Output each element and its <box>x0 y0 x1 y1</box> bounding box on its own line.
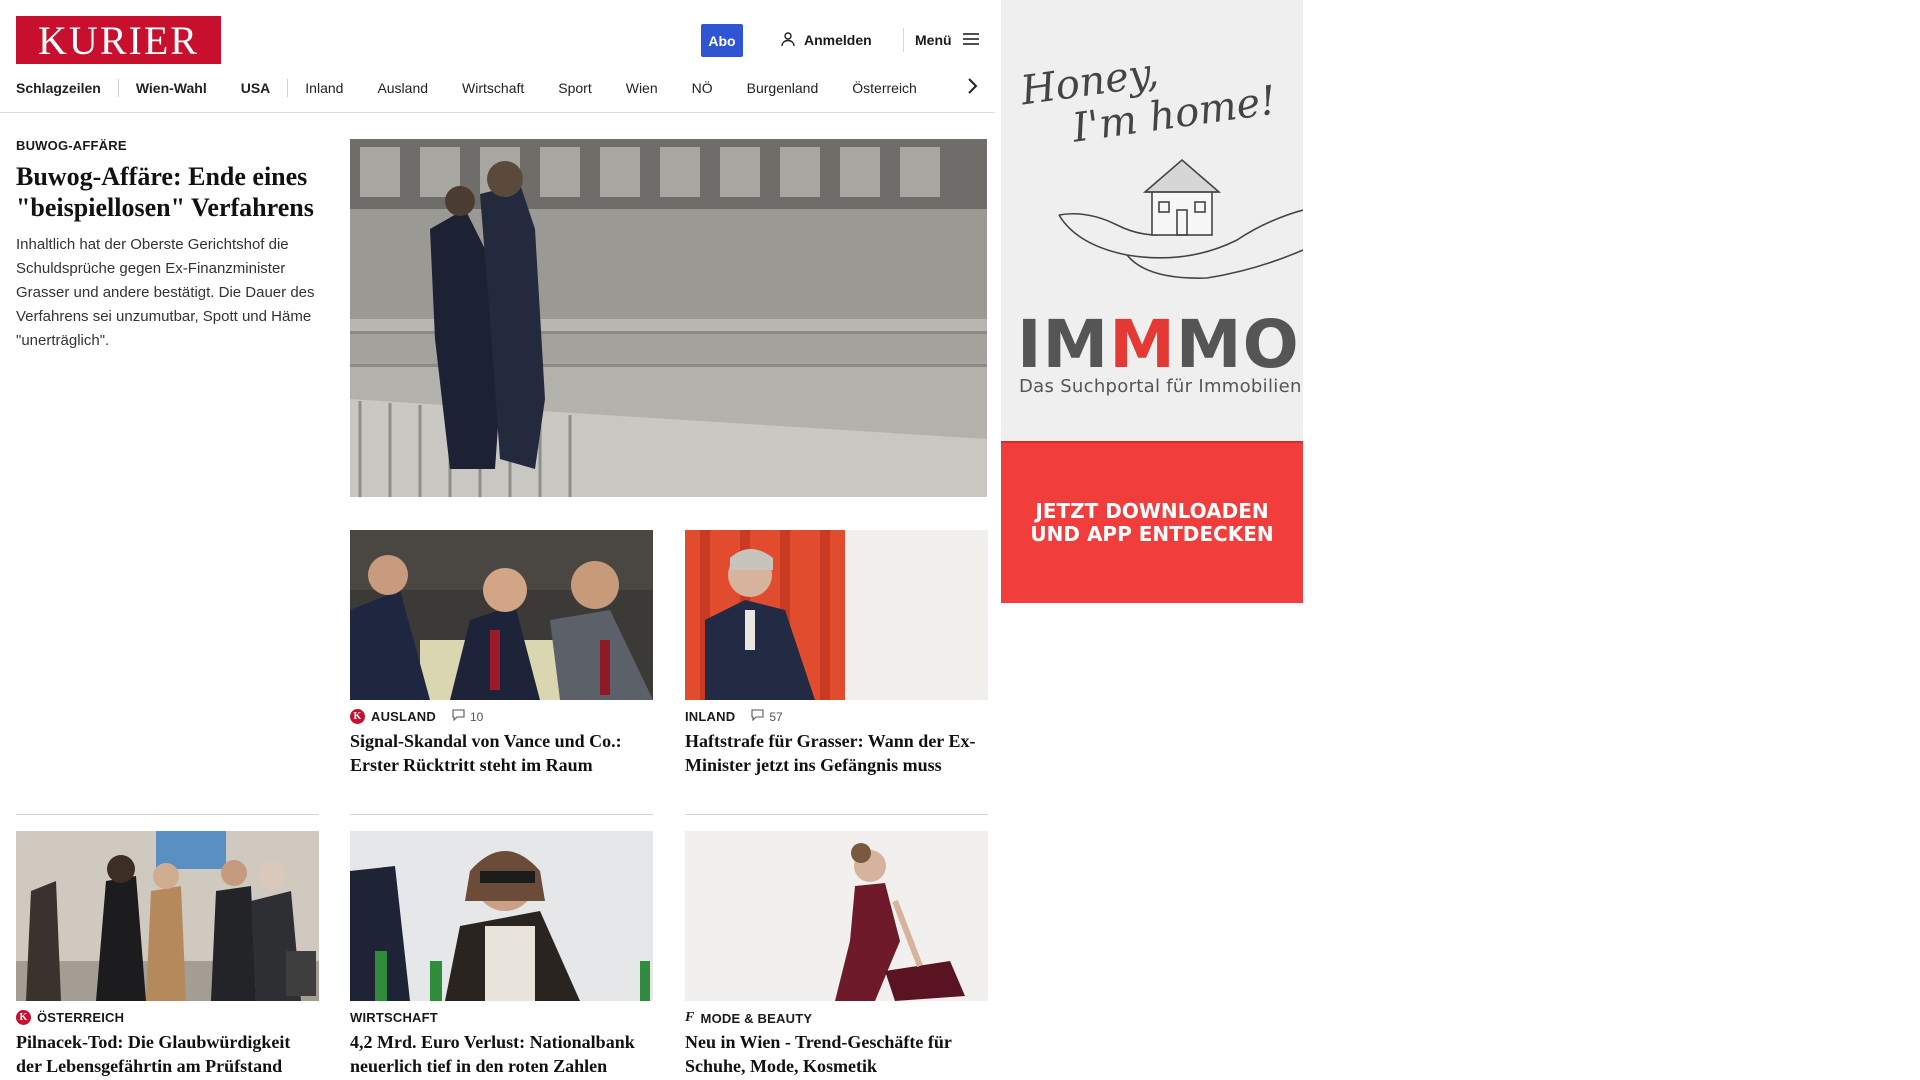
card-kicker-label: Ausland <box>371 709 436 724</box>
hand-house-icon <box>1058 158 1303 279</box>
divider <box>685 814 988 815</box>
card-headline-wirtschaft[interactable]: 4,2 Mrd. Euro Verlust: Nationalbank neue… <box>350 1030 652 1078</box>
ad-cta-line2: UND APP ENTDECKEN <box>1030 522 1274 546</box>
card-kicker-label: Wirtschaft <box>350 1010 438 1025</box>
card-kicker-inland: Inland <box>685 709 735 724</box>
card-image-wirtschaft[interactable] <box>350 831 653 1001</box>
nav-item-noe[interactable]: NÖ <box>675 74 730 102</box>
card-kicker-oesterreich: K Österreich <box>16 1010 124 1025</box>
card-image-mode[interactable] <box>685 831 988 1001</box>
comment-icon <box>452 709 465 724</box>
kurier-plus-icon: K <box>350 709 365 724</box>
immmo-ad[interactable]: Honey, I'm home! IMMMO Das Suchportal fü… <box>1001 0 1303 603</box>
freizeit-icon: f <box>685 1010 695 1025</box>
login-button[interactable]: Anmelden <box>780 29 872 51</box>
chevron-right-icon <box>966 77 978 100</box>
card-meta-inland: Inland 57 <box>685 709 783 724</box>
lead-article[interactable]: Buwog-Affäre Buwog-Affäre: Ende eines "b… <box>16 138 316 353</box>
nav-item-inland[interactable]: Inland <box>288 74 360 102</box>
brand-part1: IM <box>1017 306 1110 383</box>
comment-count-value: 10 <box>469 709 484 724</box>
nav-item-wirtschaft[interactable]: Wirtschaft <box>445 74 541 102</box>
menu-label: Menü <box>915 32 952 48</box>
nav-item-burgenland[interactable]: Burgenland <box>730 74 836 102</box>
card-kicker-label: Österreich <box>37 1010 125 1025</box>
brand-part2: M <box>1109 306 1176 383</box>
card-image-ausland[interactable] <box>350 530 653 700</box>
comment-count[interactable]: 57 <box>751 709 783 724</box>
card-headline-inland[interactable]: Haftstrafe für Grasser: Wann der Ex-Mini… <box>685 729 987 777</box>
kurier-logo[interactable]: KURIER <box>16 16 221 64</box>
ad-cta-button[interactable]: JETZT DOWNLOADEN UND APP ENTDECKEN <box>1001 443 1303 603</box>
nav-next-button[interactable] <box>960 76 984 100</box>
card-kicker-ausland: K Ausland <box>350 709 436 724</box>
card-headline-oesterreich[interactable]: Pilnacek-Tod: Die Glaubwürdigkeit der Le… <box>16 1030 318 1078</box>
lead-image[interactable] <box>350 139 987 497</box>
kurier-plus-icon: K <box>16 1010 31 1025</box>
card-kicker-label: Mode & Beauty <box>700 1010 813 1026</box>
card-image-inland[interactable] <box>685 530 988 700</box>
nav-item-schlagzeilen[interactable]: Schlagzeilen <box>16 74 118 102</box>
card-image-oesterreich[interactable] <box>16 831 319 1001</box>
ad-script-text: Honey, I'm home! <box>1018 35 1279 157</box>
card-kicker-mode: f Mode & Beauty <box>685 1010 812 1026</box>
brand-part3: MO <box>1175 306 1300 383</box>
login-label: Anmelden <box>804 32 872 48</box>
card-meta-wirtschaft: Wirtschaft <box>350 1010 438 1025</box>
ad-subline: Das Suchportal für Immobilien <box>1019 376 1302 397</box>
lead-kicker: Buwog-Affäre <box>16 138 127 153</box>
card-meta-ausland: K Ausland 10 <box>350 709 483 724</box>
card-meta-mode: f Mode & Beauty <box>685 1010 812 1026</box>
menu-button[interactable]: Menü <box>915 29 980 51</box>
site-header: KURIER Abo Anmelden Menü Schlagzeilen Wi… <box>0 0 995 113</box>
nav-item-ausland[interactable]: Ausland <box>360 74 445 102</box>
divider <box>350 814 653 815</box>
nav-item-wien-wahl[interactable]: Wien-Wahl <box>119 74 224 102</box>
menu-divider <box>903 28 904 52</box>
card-headline-ausland[interactable]: Signal-Skandal von Vance und Co.: Erster… <box>350 729 652 777</box>
card-meta-oesterreich: K Österreich <box>16 1010 124 1025</box>
card-headline-mode[interactable]: Neu in Wien - Trend-Geschäfte für Schuhe… <box>685 1030 987 1078</box>
section-nav: Schlagzeilen Wien-Wahl USA Inland Auslan… <box>16 74 934 102</box>
card-kicker-wirtschaft: Wirtschaft <box>350 1010 438 1025</box>
hamburger-icon <box>962 31 980 50</box>
user-icon <box>780 31 796 50</box>
comment-count[interactable]: 10 <box>452 709 483 724</box>
lead-teaser: Inhaltlich hat der Oberste Gerichtshof d… <box>16 236 315 349</box>
card-kicker-label: Inland <box>685 709 736 724</box>
nav-item-sport[interactable]: Sport <box>541 74 608 102</box>
abo-button[interactable]: Abo <box>701 24 743 57</box>
nav-item-oesterreich[interactable]: Österreich <box>835 74 934 102</box>
nav-item-wien[interactable]: Wien <box>609 74 675 102</box>
divider <box>16 814 319 815</box>
nav-item-usa[interactable]: USA <box>224 74 288 102</box>
immmo-logo: IMMMO <box>1017 309 1300 381</box>
comment-icon <box>751 709 764 724</box>
comment-count-value: 57 <box>769 709 783 724</box>
lead-headline[interactable]: Buwog-Affäre: Ende eines "beispiellosen"… <box>16 161 316 223</box>
ad-cta-line1: JETZT DOWNLOADEN <box>1035 499 1269 523</box>
